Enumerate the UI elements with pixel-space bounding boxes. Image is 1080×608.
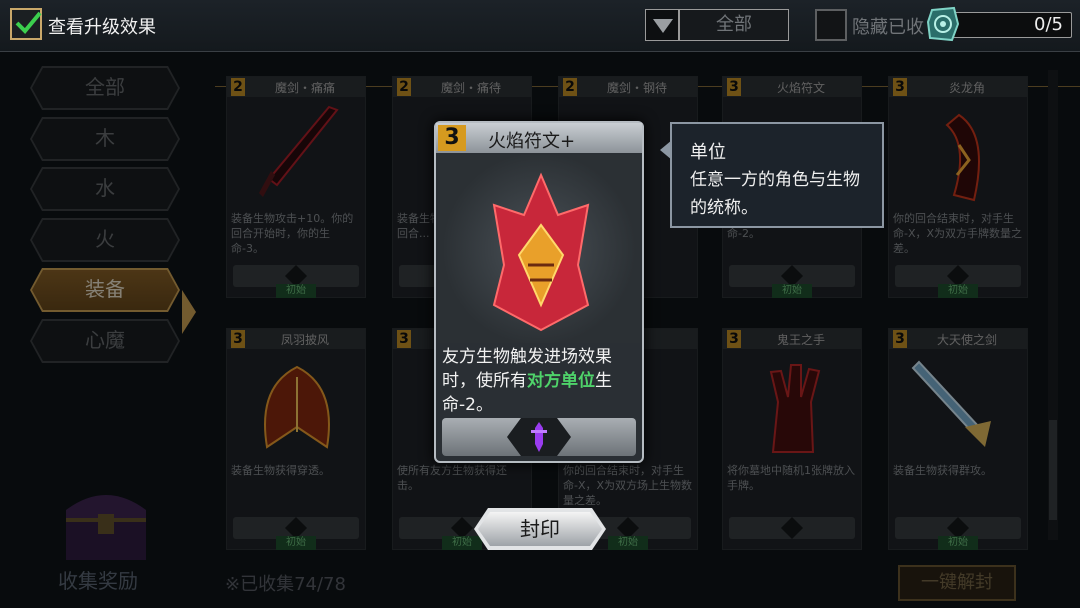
popup-card-name: 火焰符文+	[488, 131, 576, 152]
desc-highlight-opponent[interactable]: 对方	[527, 371, 561, 391]
purple-dagger-icon	[531, 422, 547, 452]
top-bar: 查看升级效果 全部 隐藏已收 0/5	[0, 0, 1080, 52]
tooltip-title: 单位	[690, 142, 726, 163]
popup-bar-center	[507, 418, 571, 456]
popup-level-badge: 3	[438, 125, 466, 151]
popup-description: 友方生物触发进场效果时，使所有对方单位生命-2。	[442, 345, 638, 417]
popup-card-art	[438, 155, 640, 343]
checkmark-icon	[15, 11, 42, 34]
collection-progress: 0/5	[952, 12, 1072, 38]
seal-button-label: 封印	[478, 512, 602, 546]
show-upgrade-checkbox[interactable]	[10, 8, 42, 40]
filter-dropdown-toggle[interactable]	[645, 9, 679, 41]
filter-dropdown[interactable]: 全部	[679, 9, 789, 41]
jade-token-icon	[926, 6, 960, 42]
hide-collected-checkbox[interactable]	[815, 9, 847, 41]
keyword-tooltip: 单位 任意一方的角色与生物的统称。	[660, 122, 884, 228]
tooltip-notch	[660, 140, 672, 160]
tooltip-body: 任意一方的角色与生物的统称。	[690, 170, 860, 218]
seal-button[interactable]: 封印	[474, 508, 606, 550]
flame-rune-icon	[492, 172, 590, 332]
popup-bar	[442, 418, 636, 456]
desc-highlight-unit[interactable]: 单位	[561, 371, 595, 391]
card-detail-popup: 3 火焰符文+ 友方生物触发进场效果时，使所有对方单位生命-2。	[434, 121, 644, 463]
hide-collected-label[interactable]: 隐藏已收	[852, 13, 924, 39]
show-upgrade-label[interactable]: 查看升级效果	[48, 13, 156, 39]
triangle-down-icon	[653, 19, 673, 33]
